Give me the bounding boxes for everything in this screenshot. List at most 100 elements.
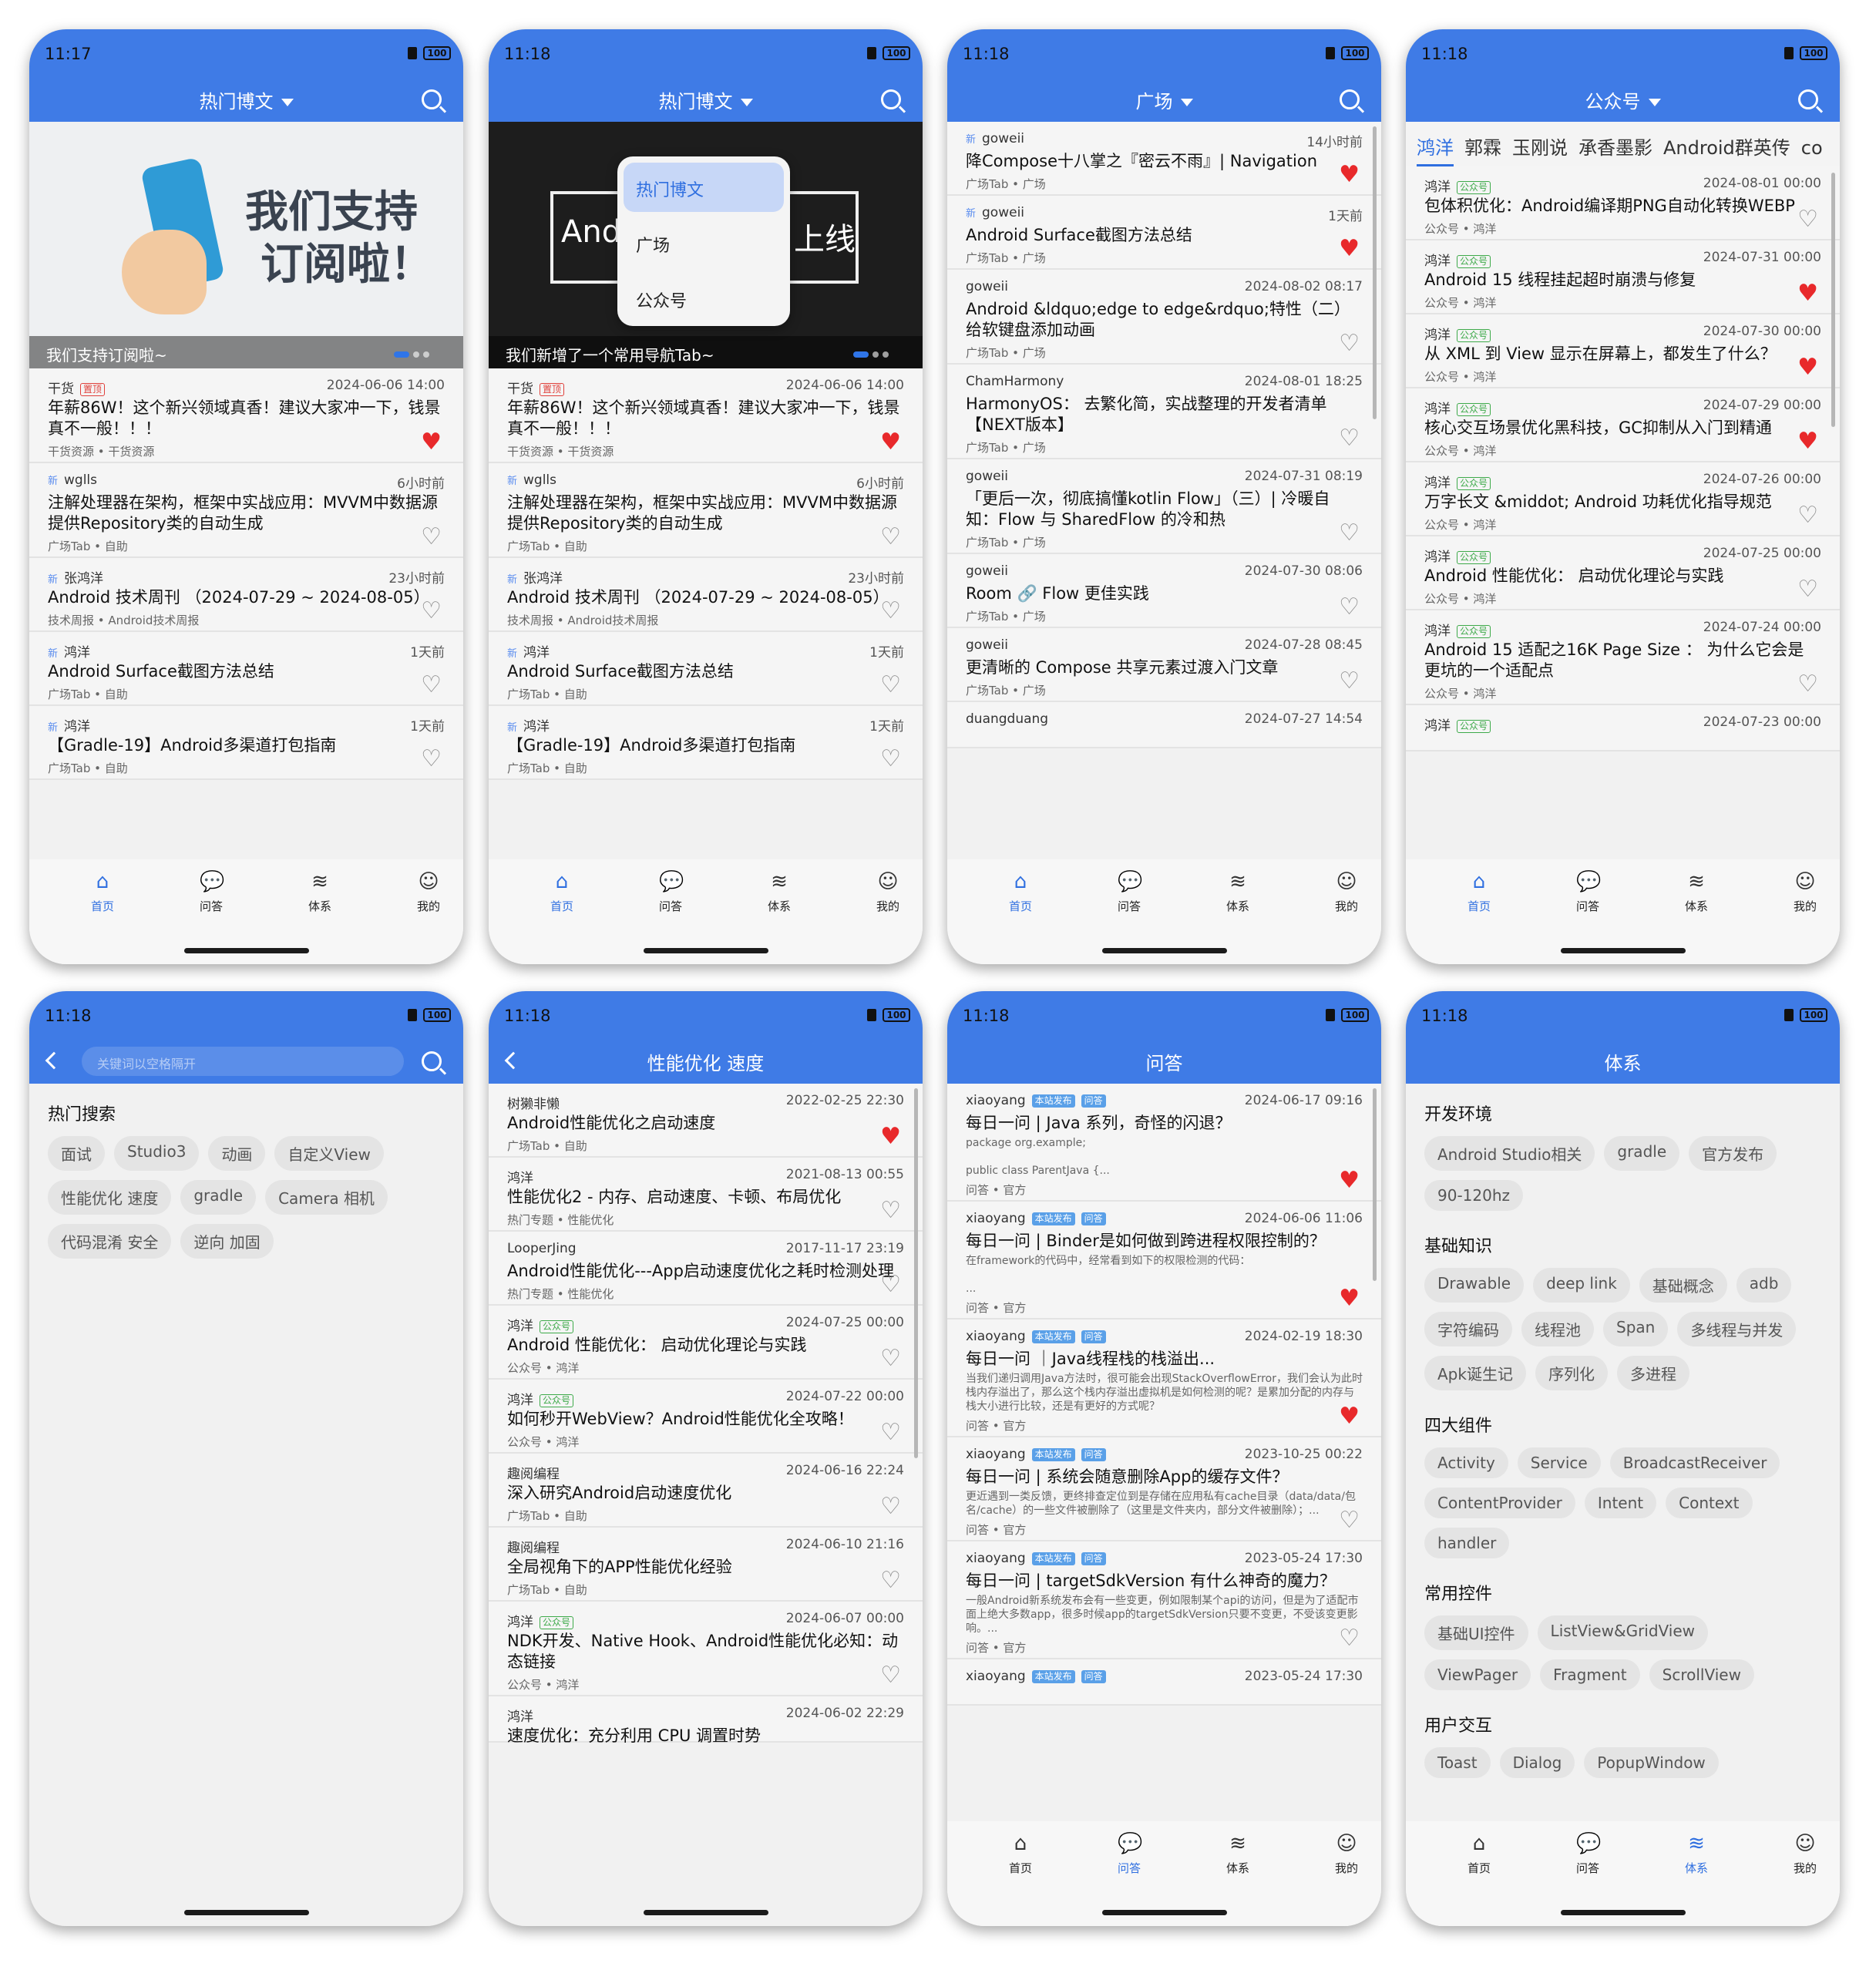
item-title[interactable]: Android性能优化之启动速度 xyxy=(507,1113,904,1134)
topic-chip[interactable]: BroadcastReceiver xyxy=(1609,1447,1780,1478)
item-title[interactable]: 更清晰的 Compose 共享元素过渡入门文章 xyxy=(966,657,1363,678)
tab-profile[interactable]: ☺ 我的 xyxy=(1770,1832,1840,1876)
favorite-heart-icon[interactable]: ♡ xyxy=(880,1347,901,1370)
dropdown-item[interactable]: 公众号 xyxy=(624,274,784,323)
list-item[interactable]: LooperJing 2017-11-17 23:19 Android性能优化---… xyxy=(489,1232,923,1306)
author-tab[interactable]: Android群英传 xyxy=(1663,133,1790,164)
tab-layers[interactable]: ≋ 体系 xyxy=(745,870,814,914)
tab-layers[interactable]: ≋ 体系 xyxy=(1203,870,1273,914)
list-item[interactable]: 新张鸿洋 23小时前 Android 技术周刊 （2024-07-29 ~ 2024… xyxy=(29,558,463,632)
item-title[interactable]: 「更后一次，彻底搞懂kotlin Flow」（三）| 冷暖自知：Flow 与 S… xyxy=(966,489,1363,530)
author-tab[interactable]: co xyxy=(1801,137,1823,163)
item-title[interactable]: Android 15 适配之16K Page Size ： 为什么它会是更坑的一… xyxy=(1424,640,1821,681)
scrollbar[interactable] xyxy=(1373,1088,1377,1281)
list-item[interactable]: xiaoyang 本站发布 问答 2023-05-24 17:30 每日一问 | tar… xyxy=(947,1541,1381,1659)
favorite-heart-icon[interactable]: ♡ xyxy=(1797,504,1818,527)
topic-chip[interactable]: Toast xyxy=(1424,1747,1491,1778)
topic-chip[interactable]: Drawable xyxy=(1424,1268,1525,1303)
favorite-heart-icon[interactable]: ♡ xyxy=(880,1569,901,1592)
item-title[interactable]: Android 15 线程挂起超时崩溃与修复 xyxy=(1424,270,1821,291)
tab-profile[interactable]: ☺ 我的 xyxy=(1770,870,1840,914)
topic-chip[interactable]: 线程池 xyxy=(1521,1312,1594,1346)
list-item[interactable]: xiaoyang 本站发布 问答 2024-06-17 09:16 每日一问 | Jav… xyxy=(947,1084,1381,1202)
item-title[interactable]: 从 XML 到 View 显示在屏幕上，都发生了什么？ xyxy=(1424,344,1821,365)
item-title[interactable]: HarmonyOS： 去繁化简，实战整理的开发者清单【NEXT版本】 xyxy=(966,394,1363,435)
favorite-heart-icon[interactable]: ♡ xyxy=(1339,1627,1360,1650)
dropdown-item[interactable]: 广场 xyxy=(624,218,784,267)
favorite-heart-icon[interactable]: ♡ xyxy=(880,600,901,623)
list-item[interactable]: 新鸿洋 1天前 Android Surface截图方法总结 广场Tab • 自助 ♡ xyxy=(489,632,923,706)
topic-chip[interactable]: Span xyxy=(1603,1312,1669,1346)
topic-chip[interactable]: 官方发布 xyxy=(1689,1136,1777,1171)
carousel-dot[interactable] xyxy=(423,351,429,358)
favorite-heart-icon[interactable]: ♡ xyxy=(880,748,901,771)
title-dropdown[interactable]: 热门博文 xyxy=(489,86,923,113)
favorite-heart-icon[interactable]: ♥ xyxy=(1797,356,1818,379)
topic-chip[interactable]: 基础概念 xyxy=(1639,1268,1727,1303)
item-title[interactable]: 全局视角下的APP性能优化经验 xyxy=(507,1557,904,1578)
search-chip[interactable]: 自定义View xyxy=(274,1136,384,1171)
favorite-heart-icon[interactable]: ♥ xyxy=(1339,163,1360,187)
item-title[interactable]: Android 性能优化： 启动优化理论与实践 xyxy=(507,1335,904,1356)
search-icon[interactable] xyxy=(1798,89,1818,110)
list-item[interactable]: 鸿洋 公众号 2024-06-07 00:00 NDK开发、Native Hook、A… xyxy=(489,1602,923,1696)
carousel-dot[interactable] xyxy=(872,351,879,358)
favorite-heart-icon[interactable]: ♡ xyxy=(1339,522,1360,545)
list-item[interactable]: 鸿洋 公众号 2024-07-26 00:00 万字长文 &middot; Andro… xyxy=(1406,462,1840,536)
list-item[interactable]: 干货 置顶 2024-06-06 14:00 年薪86W！这个新兴领域真香！建议大家冲… xyxy=(29,368,463,463)
topic-chip[interactable]: Android Studio相关 xyxy=(1424,1136,1595,1171)
tab-layers[interactable]: ≋ 体系 xyxy=(1203,1832,1273,1876)
item-title[interactable]: Android &ldquo;edge to edge&rdquo;特性（二）给… xyxy=(966,299,1363,341)
topic-chip[interactable]: Context xyxy=(1666,1488,1753,1518)
list-item[interactable]: ChamHarmony 2024-08-01 18:25 HarmonyOS： 去繁… xyxy=(947,365,1381,459)
search-icon[interactable] xyxy=(422,1051,442,1072)
author-tab[interactable]: 承香墨影 xyxy=(1578,133,1652,164)
search-chip[interactable]: 逆向 加固 xyxy=(180,1224,274,1259)
tab-home[interactable]: ⌂ 首页 xyxy=(1444,1832,1514,1876)
item-title[interactable]: 核心交互场景优化黑科技，GC抑制从入门到精通 xyxy=(1424,418,1821,439)
topic-chip[interactable]: Fragment xyxy=(1540,1659,1640,1690)
item-title[interactable]: Android性能优化---App启动速度优化之耗时检测处理 xyxy=(507,1261,904,1282)
search-chip[interactable]: 面试 xyxy=(48,1136,105,1171)
tab-chat[interactable]: 💬 问答 xyxy=(636,870,705,914)
item-title[interactable]: 【Gradle-19】Android多渠道打包指南 xyxy=(507,735,904,756)
list-item[interactable]: 新鸿洋 1天前 Android Surface截图方法总结 广场Tab • 自助 ♡ xyxy=(29,632,463,706)
scrollbar[interactable] xyxy=(914,1088,918,1458)
list-item[interactable]: 鸿洋 公众号 2024-07-23 00:00 xyxy=(1406,705,1840,751)
author-tab[interactable]: 郭霖 xyxy=(1464,133,1501,164)
title-dropdown[interactable]: 广场 xyxy=(947,86,1381,113)
list-item[interactable]: 鸿洋 公众号 2024-07-25 00:00 Android 性能优化： 启动优化理… xyxy=(1406,536,1840,610)
list-item[interactable]: 新张鸿洋 23小时前 Android 技术周刊 （2024-07-29 ~ 2024… xyxy=(489,558,923,632)
topic-chip[interactable]: ListView&GridView xyxy=(1537,1615,1708,1650)
dropdown-item[interactable]: 热门博文 xyxy=(624,163,784,212)
tab-profile[interactable]: ☺ 我的 xyxy=(853,870,923,914)
tab-home[interactable]: ⌂ 首页 xyxy=(527,870,597,914)
item-title[interactable]: Android 技术周刊 （2024-07-29 ~ 2024-08-05） xyxy=(48,587,445,608)
search-icon[interactable] xyxy=(881,89,901,110)
title-dropdown[interactable]: 热门博文 xyxy=(29,86,463,113)
list-item[interactable]: xiaoyang 本站发布 问答 2023-10-25 00:22 每日一问 | 系统会… xyxy=(947,1437,1381,1541)
list-item[interactable]: xiaoyang 本站发布 问答 2023-05-24 17:30 xyxy=(947,1659,1381,1706)
topic-chip[interactable]: adb xyxy=(1736,1268,1792,1303)
favorite-heart-icon[interactable]: ♥ xyxy=(1797,430,1818,453)
topic-chip[interactable]: ContentProvider xyxy=(1424,1488,1575,1518)
topic-chip[interactable]: 序列化 xyxy=(1535,1356,1608,1390)
item-title[interactable]: 注解处理器在架构，框架中实战应用：MVVM中数据源提供Repository类的自… xyxy=(507,492,904,534)
favorite-heart-icon[interactable]: ♥ xyxy=(1339,1287,1360,1310)
list-item[interactable]: 新鸿洋 1天前 【Gradle-19】Android多渠道打包指南 广场Tab • 自… xyxy=(489,706,923,780)
favorite-heart-icon[interactable]: ♡ xyxy=(880,1664,901,1687)
item-title[interactable]: NDK开发、Native Hook、Android性能优化必知：动态链接 xyxy=(507,1631,904,1672)
favorite-heart-icon[interactable]: ♡ xyxy=(421,526,442,549)
topic-chip[interactable]: 多进程 xyxy=(1616,1356,1689,1390)
list-item[interactable]: 鸿洋 公众号 2024-07-29 00:00 核心交互场景优化黑科技，GC抑制从入门… xyxy=(1406,388,1840,462)
topic-chip[interactable]: PopupWindow xyxy=(1584,1747,1719,1778)
favorite-heart-icon[interactable]: ♡ xyxy=(880,1495,901,1518)
favorite-heart-icon[interactable]: ♡ xyxy=(880,1199,901,1222)
item-title[interactable]: 注解处理器在架构，框架中实战应用：MVVM中数据源提供Repository类的自… xyxy=(48,492,445,534)
topic-chip[interactable]: Dialog xyxy=(1499,1747,1575,1778)
list-item[interactable]: xiaoyang 本站发布 问答 2024-06-06 11:06 每日一问 | Bin… xyxy=(947,1202,1381,1319)
favorite-heart-icon[interactable]: ♡ xyxy=(880,526,901,549)
search-chip[interactable]: Studio3 xyxy=(114,1136,200,1171)
favorite-heart-icon[interactable]: ♡ xyxy=(421,748,442,771)
list-item[interactable]: xiaoyang 本站发布 问答 2024-02-19 18:30 每日一问 ｜Java… xyxy=(947,1319,1381,1437)
